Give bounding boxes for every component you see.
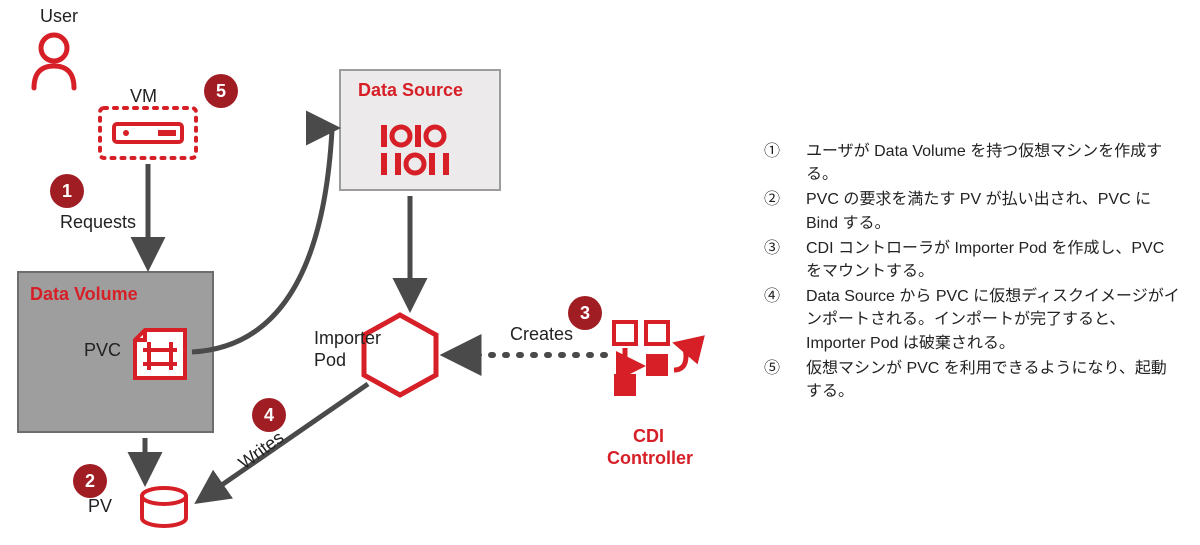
legend-text: CDI コントローラが Importer Pod を作成し、PVC をマウントす…	[806, 237, 1180, 283]
badge-4: 4	[252, 398, 286, 432]
pvc-label: PVC	[84, 340, 121, 361]
importer-pod-icon	[364, 315, 436, 395]
pvc-icon	[135, 330, 185, 378]
legend-num: ①	[760, 140, 806, 186]
pv-label: PV	[88, 496, 112, 517]
legend-row: ① ユーザが Data Volume を持つ仮想マシンを作成する。	[760, 140, 1180, 186]
badge-3: 3	[568, 296, 602, 330]
legend-num: ④	[760, 285, 806, 355]
cdi-label-2: Controller	[607, 448, 693, 469]
importer-pod-label-1: Importer	[314, 328, 381, 349]
pv-icon	[142, 488, 186, 526]
data-volume-label: Data Volume	[30, 284, 138, 305]
badge-5: 5	[204, 74, 238, 108]
legend-num: ②	[760, 188, 806, 234]
importer-pod-label-2: Pod	[314, 350, 346, 371]
legend-row: ④ Data Source から PVC に仮想ディスクイメージがインポートされ…	[760, 285, 1180, 355]
badge-2: 2	[73, 464, 107, 498]
legend-row: ③ CDI コントローラが Importer Pod を作成し、PVC をマウン…	[760, 237, 1180, 283]
diagram-root: User VM Data Source Data Volume PVC Impo…	[0, 0, 1200, 545]
vm-icon	[100, 108, 196, 158]
creates-label: Creates	[510, 324, 573, 345]
cdi-controller-icon	[614, 322, 686, 396]
legend-num: ⑤	[760, 357, 806, 403]
requests-label: Requests	[60, 212, 136, 233]
vm-label: VM	[130, 86, 157, 107]
user-icon	[34, 35, 74, 88]
badge-1: 1	[50, 174, 84, 208]
legend-text: ユーザが Data Volume を持つ仮想マシンを作成する。	[806, 140, 1180, 186]
legend-row: ⑤ 仮想マシンが PVC を利用できるようになり、起動する。	[760, 357, 1180, 403]
cdi-label-1: CDI	[633, 426, 664, 447]
legend-row: ② PVC の要求を満たす PV が払い出され、PVC に Bind する。	[760, 188, 1180, 234]
legend-text: 仮想マシンが PVC を利用できるようになり、起動する。	[806, 357, 1180, 403]
legend-text: Data Source から PVC に仮想ディスクイメージがインポートされる。…	[806, 285, 1180, 355]
legend: ① ユーザが Data Volume を持つ仮想マシンを作成する。 ② PVC …	[760, 140, 1180, 405]
legend-num: ③	[760, 237, 806, 283]
data-source-label: Data Source	[358, 80, 463, 101]
legend-text: PVC の要求を満たす PV が払い出され、PVC に Bind する。	[806, 188, 1180, 234]
user-label: User	[40, 6, 78, 27]
